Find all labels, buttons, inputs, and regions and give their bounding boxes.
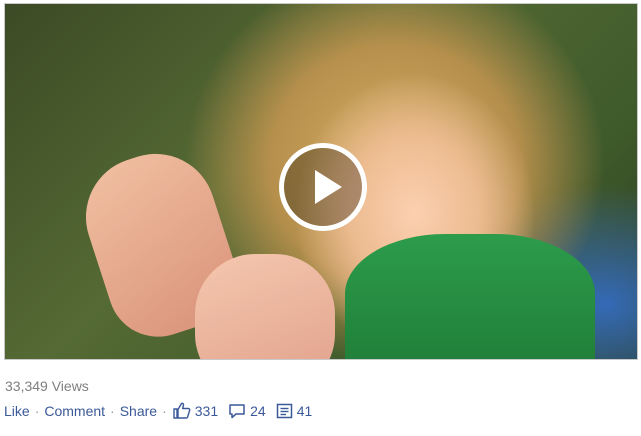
- separator: ·: [110, 402, 115, 419]
- video-post: 33,349 Views Like · Comment · Share · 33…: [0, 0, 641, 436]
- video-player[interactable]: [4, 3, 638, 360]
- share-count[interactable]: 41: [276, 402, 313, 419]
- play-button[interactable]: [279, 143, 367, 231]
- thumbs-up-icon: [173, 402, 191, 419]
- share-link[interactable]: Share: [120, 403, 157, 419]
- comment-bubble-icon: [229, 403, 245, 418]
- post-actions-bar: Like · Comment · Share · 331 24 41: [4, 402, 312, 419]
- like-count-value: 331: [194, 402, 219, 419]
- play-icon: [315, 170, 342, 204]
- view-count: 33,349 Views: [5, 378, 89, 394]
- like-link[interactable]: Like: [4, 403, 30, 419]
- separator: ·: [162, 402, 167, 419]
- comment-link[interactable]: Comment: [44, 403, 105, 419]
- video-frame-hand-right: [195, 254, 335, 359]
- separator: ·: [34, 402, 40, 419]
- comment-count[interactable]: 24: [228, 403, 266, 419]
- like-count[interactable]: 331: [173, 402, 218, 419]
- video-frame-shirt: [345, 234, 595, 359]
- share-icon: [276, 403, 292, 418]
- comment-count-value: 24: [250, 402, 266, 419]
- share-count-value: 41: [296, 402, 313, 419]
